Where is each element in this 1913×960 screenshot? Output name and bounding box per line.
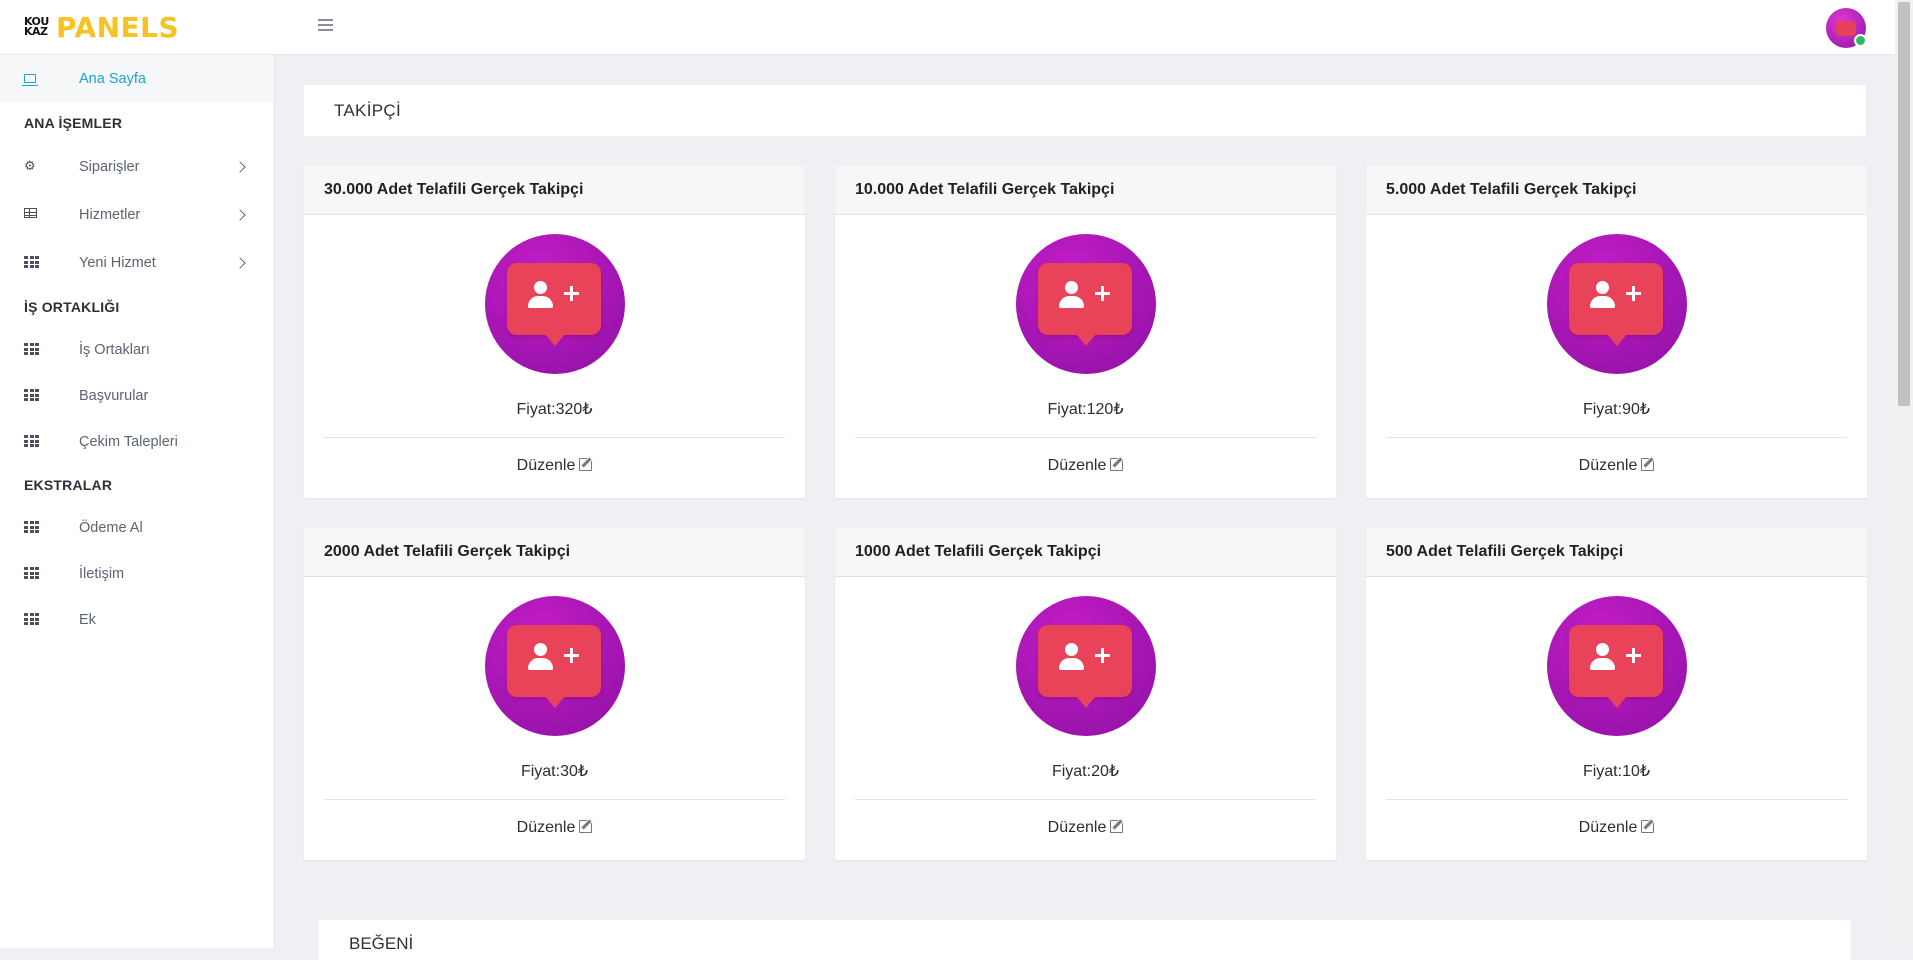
- section-title: BEĞENİ: [349, 934, 414, 953]
- sidebar-section-title: ANA İŞEMLER: [24, 115, 123, 131]
- card-price: Fiyat:120₺: [1047, 401, 1124, 418]
- divider: [855, 437, 1316, 438]
- grid-icon: [24, 567, 39, 581]
- cogs-icon: ⚙: [24, 159, 36, 174]
- edit-icon: [1110, 458, 1124, 471]
- card-title: 2000 Adet Telafili Gerçek Takipçi: [304, 528, 805, 577]
- sidebar-item-odeme-al[interactable]: Ödeme Al: [0, 505, 274, 551]
- edit-label: Düzenle: [516, 819, 576, 836]
- card-price: Fiyat:30₺: [520, 763, 589, 780]
- page-title: TAKİPÇİ: [334, 100, 401, 120]
- grid-icon: [24, 521, 39, 535]
- card-price: Fiyat:320₺: [516, 401, 593, 418]
- card-title: 1000 Adet Telafili Gerçek Takipçi: [835, 528, 1336, 577]
- sidebar-item-yeni-hizmet[interactable]: Yeni Hizmet: [0, 239, 274, 287]
- divider: [1386, 799, 1847, 800]
- sidebar-item-cekim-talepleri[interactable]: Çekim Talepleri: [0, 419, 274, 465]
- edit-icon: [579, 820, 593, 833]
- divider: [324, 437, 785, 438]
- grid-icon: [24, 343, 39, 357]
- next-section-header: BEĞENİ: [319, 920, 1851, 960]
- grid-icon: [24, 435, 39, 449]
- logo-mark: KOU KAZ: [24, 15, 49, 38]
- product-card: 500 Adet Telafili Gerçek Takipçi Fiyat:1…: [1366, 528, 1867, 860]
- grid-icon: [24, 613, 39, 627]
- card-price: Fiyat:90₺: [1582, 401, 1651, 418]
- sidebar-item-siparisler[interactable]: ⚙ Siparişler: [0, 143, 274, 191]
- scrollbar-thumb[interactable]: [1898, 2, 1910, 406]
- edit-button[interactable]: Düzenle: [835, 457, 1336, 475]
- edit-icon: [1641, 458, 1655, 471]
- edit-label: Düzenle: [1578, 819, 1638, 836]
- divider: [324, 799, 785, 800]
- card-title: 30.000 Adet Telafili Gerçek Takipçi: [304, 166, 805, 215]
- chevron-right-icon: [234, 209, 246, 221]
- follower-badge-icon: [1016, 596, 1156, 736]
- product-card: 2000 Adet Telafili Gerçek Takipçi Fiyat:…: [304, 528, 805, 860]
- sidebar-item-ek[interactable]: Ek: [0, 597, 274, 643]
- edit-button[interactable]: Düzenle: [1366, 457, 1867, 475]
- sidebar-item-label: Yeni Hizmet: [79, 255, 156, 271]
- follower-badge-icon: [1547, 596, 1687, 736]
- user-avatar[interactable]: [1826, 8, 1867, 48]
- product-card: 30.000 Adet Telafili Gerçek Takipçi Fiya…: [304, 166, 805, 498]
- edit-icon: [1110, 820, 1124, 833]
- edit-label: Düzenle: [516, 457, 576, 474]
- edit-label: Düzenle: [1047, 819, 1107, 836]
- edit-button[interactable]: Düzenle: [835, 819, 1336, 837]
- follower-badge-icon: [1547, 234, 1687, 374]
- follower-badge-icon: [1016, 234, 1156, 374]
- edit-button[interactable]: Düzenle: [304, 457, 805, 475]
- sidebar-section-title: EKSTRALAR: [24, 477, 113, 493]
- section-header: TAKİPÇİ: [304, 85, 1866, 136]
- sidebar-item-iletisim[interactable]: İletişim: [0, 551, 274, 597]
- edit-icon: [1641, 820, 1655, 833]
- edit-button[interactable]: Düzenle: [1366, 819, 1867, 837]
- sidebar-item-label: İş Ortakları: [79, 342, 150, 358]
- divider: [1386, 437, 1847, 438]
- chevron-right-icon: [234, 161, 246, 173]
- logo-text: PANELS: [56, 10, 180, 44]
- card-title: 10.000 Adet Telafili Gerçek Takipçi: [835, 166, 1336, 215]
- sidebar-item-hizmetler[interactable]: Hizmetler: [0, 191, 274, 239]
- sidebar-item-label: Çekim Talepleri: [79, 434, 178, 450]
- page-scrollbar[interactable]: [1895, 0, 1913, 948]
- edit-label: Düzenle: [1578, 457, 1638, 474]
- menu-toggle-icon[interactable]: [318, 17, 336, 35]
- user-plus-icon: [1836, 20, 1856, 36]
- follower-badge-icon: [485, 596, 625, 736]
- product-card: 5.000 Adet Telafili Gerçek Takipçi Fiyat…: [1366, 166, 1867, 498]
- sidebar-item-label: İletişim: [79, 566, 125, 582]
- card-price: Fiyat:20₺: [1051, 763, 1120, 780]
- follower-badge-icon: [485, 234, 625, 374]
- product-card: 10.000 Adet Telafili Gerçek Takipçi Fiya…: [835, 166, 1336, 498]
- table-icon: [24, 208, 38, 222]
- grid-icon: [24, 389, 39, 403]
- edit-button[interactable]: Düzenle: [304, 819, 805, 837]
- laptop-icon: [22, 72, 38, 86]
- sidebar-item-label: Hizmetler: [79, 207, 141, 223]
- edit-icon: [579, 458, 593, 471]
- sidebar-item-label: Ödeme Al: [79, 520, 143, 536]
- card-title: 5.000 Adet Telafili Gerçek Takipçi: [1366, 166, 1867, 215]
- sidebar-item-label: Ana Sayfa: [79, 71, 146, 87]
- edit-label: Düzenle: [1047, 457, 1107, 474]
- card-title: 500 Adet Telafili Gerçek Takipçi: [1366, 528, 1867, 577]
- card-price: Fiyat:10₺: [1582, 763, 1651, 780]
- product-card: 1000 Adet Telafili Gerçek Takipçi Fiyat:…: [835, 528, 1336, 860]
- sidebar-item-label: Siparişler: [79, 159, 140, 175]
- chevron-right-icon: [234, 257, 246, 269]
- sidebar-item-label: Ek: [79, 612, 96, 628]
- grid-icon: [24, 256, 39, 270]
- sidebar-item-home[interactable]: Ana Sayfa: [0, 55, 274, 103]
- sidebar-item-label: Başvurular: [79, 388, 149, 404]
- sidebar-item-basvurular[interactable]: Başvurular: [0, 373, 274, 419]
- divider: [855, 799, 1316, 800]
- logo[interactable]: KOU KAZ PANELS: [24, 10, 180, 44]
- top-header: KOU KAZ PANELS: [0, 0, 1895, 55]
- sidebar-item-is-ortaklari[interactable]: İş Ortakları: [0, 327, 274, 373]
- sidebar: Ana Sayfa ANA İŞEMLER ⚙ Siparişler Hizme…: [0, 55, 275, 948]
- sidebar-section-title: İŞ ORTAKLIĞI: [24, 299, 120, 315]
- online-status-dot: [1854, 34, 1867, 47]
